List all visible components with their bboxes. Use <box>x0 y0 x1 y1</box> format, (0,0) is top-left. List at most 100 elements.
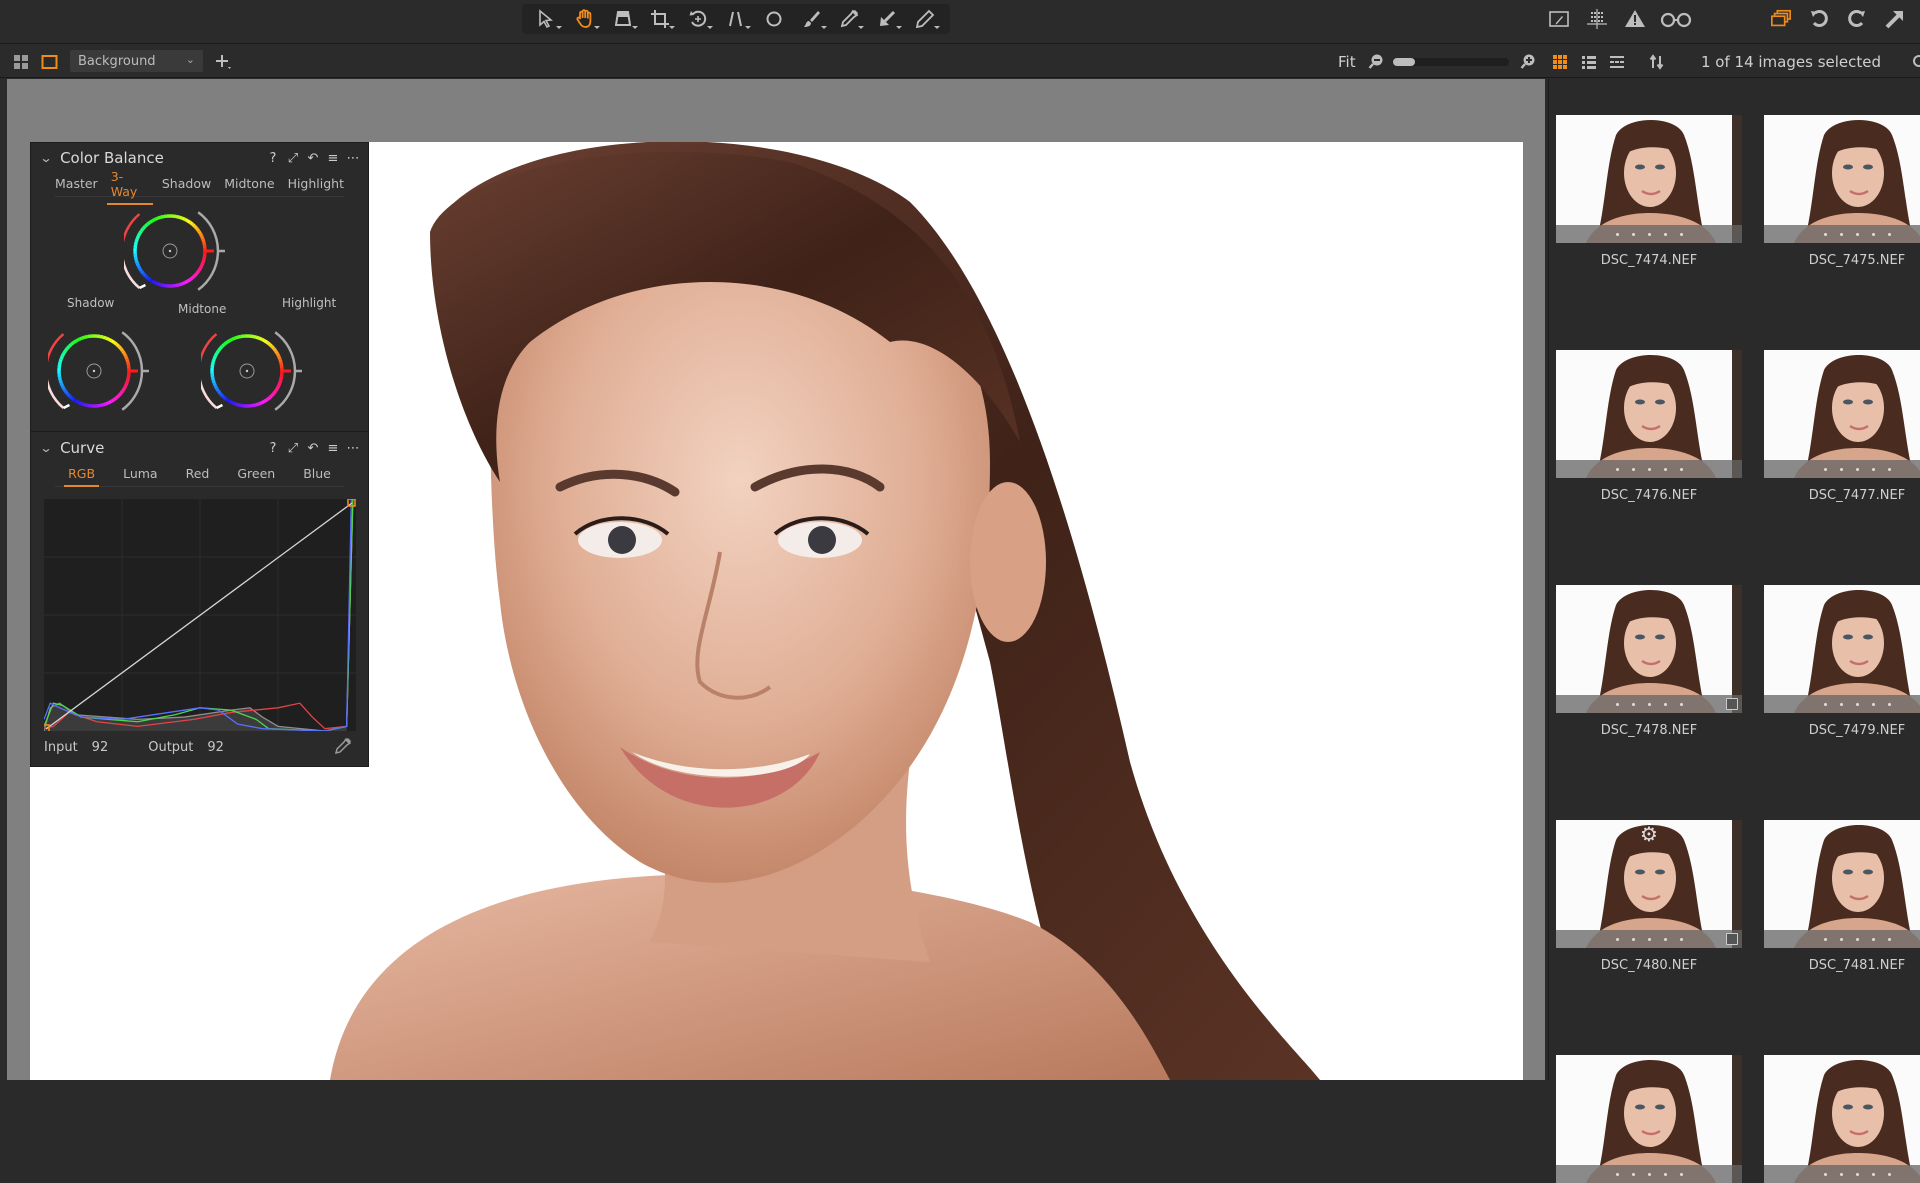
thumbnail-image <box>1764 820 1920 948</box>
star-rating[interactable] <box>1764 695 1920 713</box>
star-rating[interactable] <box>1556 695 1742 713</box>
tab-highlight[interactable]: Highlight <box>288 176 344 193</box>
zoom-slider[interactable] <box>1393 58 1509 66</box>
menu-icon[interactable]: ≡ <box>326 440 340 456</box>
thumbnail[interactable] <box>1764 820 1920 948</box>
list-view-button[interactable] <box>1581 45 1597 78</box>
straighten-tool-button[interactable] <box>721 6 751 32</box>
star-rating[interactable] <box>1556 930 1742 948</box>
thumbnail-image <box>1556 585 1742 713</box>
menu-icon[interactable]: ≡ <box>326 150 340 166</box>
expand-icon[interactable]: ⤢ <box>286 150 300 166</box>
star-rating[interactable] <box>1764 225 1920 243</box>
highlight-wheel[interactable] <box>197 325 323 421</box>
tab-green[interactable]: Green <box>237 466 275 483</box>
spot-removal-tool-button[interactable] <box>759 6 789 32</box>
reset-icon[interactable]: ↶ <box>306 150 320 166</box>
collapse-chevron-icon[interactable]: ⌄ <box>39 441 52 455</box>
reset-icon[interactable]: ↶ <box>306 440 320 456</box>
thumbnail[interactable]: ⚙ <box>1556 820 1742 948</box>
thumbnail-filename: DSC_7475.NEF <box>1808 253 1906 268</box>
layout-grid-button[interactable] <box>13 45 29 78</box>
layer-select[interactable]: Background ⌄ <box>70 50 203 72</box>
help-icon[interactable]: ? <box>266 150 280 166</box>
grid-view-button[interactable] <box>1552 45 1568 78</box>
crop-tool-button[interactable] <box>645 6 676 32</box>
image-viewer[interactable]: ⌄ Color Balance ? ⤢ ↶ ≡ ⋯ Master 3-Way S… <box>7 79 1545 1080</box>
midtone-wheel[interactable] <box>120 205 246 301</box>
tab-rgb[interactable]: RGB <box>64 466 100 487</box>
tab-luma[interactable]: Luma <box>123 466 158 483</box>
zoom-in-button[interactable] <box>1520 45 1537 78</box>
secondary-toolbar: Background ⌄ Fit 1 of 14 images selected <box>0 45 1920 78</box>
thumbnail[interactable] <box>1764 350 1920 478</box>
thumbnail-image <box>1556 350 1742 478</box>
curve-header[interactable]: ⌄ Curve ? ⤢ ↶ ≡ ⋯ <box>31 433 368 463</box>
thumbnail[interactable] <box>1556 1055 1742 1183</box>
filmstrip-view-button[interactable] <box>1609 45 1625 78</box>
thumbnail[interactable] <box>1556 350 1742 478</box>
thumbnail-image <box>1764 585 1920 713</box>
star-rating[interactable] <box>1556 1165 1742 1183</box>
star-rating[interactable] <box>1764 460 1920 478</box>
help-icon[interactable]: ? <box>266 440 280 456</box>
sort-button[interactable] <box>1649 45 1665 78</box>
zoom-out-button[interactable] <box>1368 45 1385 78</box>
keystone-tool-button[interactable] <box>608 6 638 32</box>
star-rating[interactable] <box>1556 225 1742 243</box>
tab-blue[interactable]: Blue <box>303 466 331 483</box>
brush-tool-button[interactable] <box>797 6 827 32</box>
undo-button[interactable] <box>1800 6 1838 32</box>
selection-count-text: 1 of 14 images selected <box>1701 52 1882 71</box>
curve-graph <box>41 498 356 733</box>
single-view-button[interactable] <box>41 45 58 78</box>
thumbnail-filename: DSC_7480.NEF <box>1600 958 1698 973</box>
annotate-tool-button[interactable] <box>872 6 903 32</box>
star-rating[interactable] <box>1556 460 1742 478</box>
color-balance-header[interactable]: ⌄ Color Balance ? ⤢ ↶ ≡ ⋯ <box>31 143 368 173</box>
search-button[interactable] <box>1910 45 1920 78</box>
zoom-slider-knob[interactable] <box>1393 58 1415 66</box>
shadow-wheel[interactable] <box>44 325 170 421</box>
rotate-tool-button[interactable] <box>683 6 714 32</box>
tab-3-way[interactable]: 3-Way <box>106 169 154 205</box>
expand-icon[interactable]: ⤢ <box>286 440 300 456</box>
arrow-cursor-icon <box>539 9 553 29</box>
eraser-tool-button[interactable] <box>910 6 941 32</box>
export-button[interactable] <box>1876 6 1914 32</box>
multi-view-button[interactable] <box>1762 6 1800 32</box>
fit-button[interactable]: Fit <box>1338 45 1356 78</box>
proof-button[interactable] <box>1654 6 1698 32</box>
tab-red[interactable]: Red <box>186 466 210 483</box>
star-rating[interactable] <box>1764 930 1920 948</box>
search-icon <box>1913 54 1920 67</box>
more-icon[interactable]: ⋯ <box>346 150 360 166</box>
edit-mask-button[interactable] <box>1540 6 1578 32</box>
tab-shadow[interactable]: Shadow <box>162 176 211 193</box>
more-icon[interactable]: ⋯ <box>346 440 360 456</box>
tab-master[interactable]: Master <box>55 176 98 193</box>
thumbnail-filename: DSC_7479.NEF <box>1808 723 1906 738</box>
pan-tool-button[interactable] <box>570 6 600 32</box>
thumbnail[interactable] <box>1556 115 1742 243</box>
select-tool-button[interactable] <box>532 6 562 32</box>
variant-badge-icon <box>1726 698 1738 710</box>
thumbnail[interactable] <box>1764 1055 1920 1183</box>
redo-button[interactable] <box>1838 6 1876 32</box>
add-layer-button[interactable] <box>214 45 232 78</box>
plus-icon <box>216 54 231 69</box>
curve-editor[interactable] <box>41 498 356 733</box>
curve-picker-button[interactable] <box>334 737 352 759</box>
thumbnail-filename: DSC_7481.NEF <box>1808 958 1906 973</box>
input-label: Input <box>44 740 78 755</box>
star-rating[interactable] <box>1764 1165 1920 1183</box>
thumbnail[interactable] <box>1764 115 1920 243</box>
collapse-chevron-icon[interactable]: ⌄ <box>39 151 52 165</box>
exposure-warning-button[interactable] <box>1616 6 1654 32</box>
grid-button[interactable] <box>1578 6 1616 32</box>
tab-midtone[interactable]: Midtone <box>224 176 274 193</box>
thumbnail[interactable] <box>1764 585 1920 713</box>
thumbnail[interactable] <box>1556 585 1742 713</box>
thumbnail-image <box>1556 1055 1742 1183</box>
color-picker-tool-button[interactable] <box>834 6 865 32</box>
